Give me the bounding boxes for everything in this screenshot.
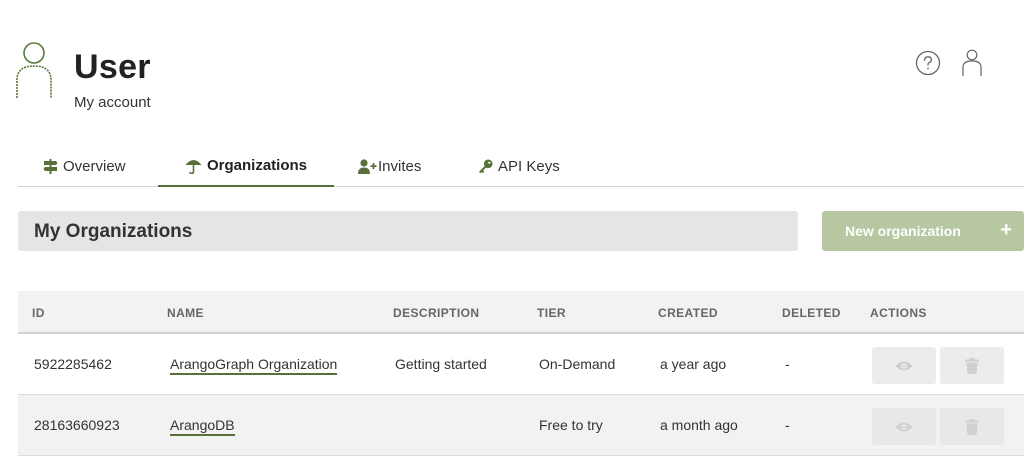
column-header-actions: ACTIONS [870,306,927,320]
tab-overview[interactable]: Overview [43,146,126,187]
tab-label: API Keys [498,158,560,175]
tab-bar: Overview Organizations Invites API Keys [18,146,1024,187]
key-icon [478,159,493,174]
org-id: 28163660923 [34,417,120,433]
delete-button[interactable] [940,347,1004,384]
column-header-description: DESCRIPTION [393,306,480,320]
delete-button[interactable] [940,408,1004,445]
page-subtitle: My account [74,94,151,111]
organizations-table: ID NAME DESCRIPTION TIER CREATED DELETED… [18,291,1024,456]
new-organization-label: New organization [845,223,961,239]
column-header-created: CREATED [658,306,718,320]
tab-api-keys[interactable]: API Keys [478,146,560,187]
umbrella-icon [185,158,202,174]
org-tier: On-Demand [539,356,616,372]
section-title: My Organizations [34,221,193,242]
help-circle-icon[interactable] [915,50,941,76]
tab-organizations[interactable]: Organizations [158,146,334,187]
column-header-tier: TIER [537,306,566,320]
plus-icon: + [1000,219,1012,241]
org-name-link[interactable]: ArangoDB [170,417,235,436]
view-button[interactable] [872,347,936,384]
tab-invites[interactable]: Invites [358,146,421,187]
eye-icon [895,422,913,431]
user-plus-icon [358,159,377,174]
page-title: User [74,48,151,86]
tab-label: Invites [378,158,422,175]
section-header: My Organizations [18,211,798,251]
signpost-icon [43,159,58,174]
column-header-name: NAME [167,306,204,320]
user-outline-icon [16,42,52,98]
org-id: 5922285462 [34,356,112,372]
table-row[interactable]: 5922285462 ArangoGraph Organization Gett… [18,334,1024,395]
eye-icon [895,361,913,370]
org-created: a month ago [660,417,738,433]
org-description: Getting started [395,356,487,372]
tab-label: Organizations [206,157,307,174]
table-header: ID NAME DESCRIPTION TIER CREATED DELETED… [18,291,1024,334]
column-header-deleted: DELETED [782,306,841,320]
view-button[interactable] [872,408,936,445]
org-deleted: - [785,356,790,372]
column-header-id: ID [32,306,45,320]
user-menu-icon[interactable] [961,49,983,77]
tab-label: Overview [63,158,126,175]
org-tier: Free to try [539,417,603,433]
org-name-link[interactable]: ArangoGraph Organization [170,356,338,375]
org-deleted: - [785,417,790,433]
new-organization-button[interactable]: New organization + [822,211,1024,251]
trash-icon [965,418,979,435]
table-row[interactable]: 28163660923 ArangoDB Free to try a month… [18,395,1024,456]
org-created: a year ago [660,356,727,372]
trash-icon [965,357,979,374]
